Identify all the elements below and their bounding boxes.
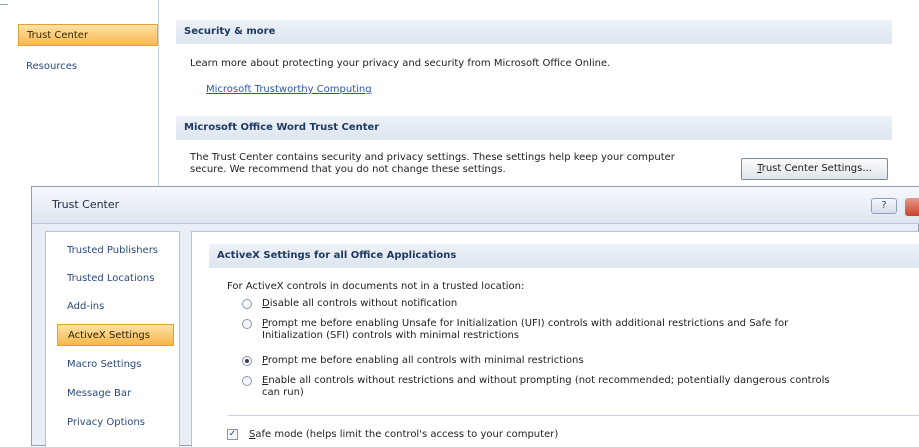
sidebar-item-macro-settings[interactable]: Macro Settings: [57, 354, 174, 376]
trustworthy-computing-link[interactable]: Microsoft Trustworthy Computing: [206, 84, 372, 95]
sidebar-item-resources[interactable]: Resources: [18, 56, 158, 78]
activex-settings-panel: ActiveX Settings for all Office Applicat…: [191, 231, 919, 447]
option-label: Enable all controls without restrictions…: [262, 375, 830, 398]
checkmark-icon: ✓: [228, 429, 237, 439]
security-description: Learn more about protecting your privacy…: [190, 58, 611, 69]
radio-button-selected[interactable]: [242, 356, 252, 366]
section-divider: [228, 415, 919, 416]
radio-button[interactable]: [242, 299, 252, 309]
sidebar-item-trust-center[interactable]: Trust Center: [18, 24, 158, 46]
option-label: Prompt me before enabling Unsafe for Ini…: [262, 318, 789, 341]
sidebar-item-activex-settings[interactable]: ActiveX Settings: [57, 324, 174, 346]
trust-center-section-header: Microsoft Office Word Trust Center: [176, 116, 892, 140]
security-section-header: Security & more: [176, 20, 892, 44]
dialog-title: Trust Center: [52, 198, 120, 211]
help-button[interactable]: ?: [871, 198, 897, 214]
button-label: rust Center Settings...: [761, 163, 872, 174]
sidebar-item-privacy-options[interactable]: Privacy Options: [57, 412, 174, 434]
sidebar-divider: [158, 0, 159, 190]
radio-button[interactable]: [242, 376, 252, 386]
close-button[interactable]: [905, 198, 919, 216]
option-label: Prompt me before enabling all controls w…: [262, 355, 584, 366]
help-icon: ?: [881, 200, 887, 211]
trust-center-description-line1: The Trust Center contains security and p…: [190, 152, 675, 163]
trust-center-description-line2: secure. We recommend that you do not cha…: [190, 164, 506, 175]
radio-button[interactable]: [242, 319, 252, 329]
options-sidebar: Trust Center Resources: [8, 0, 158, 190]
sidebar-item-trusted-publishers[interactable]: Trusted Publishers: [57, 240, 174, 262]
sidebar-item-trusted-locations[interactable]: Trusted Locations: [57, 268, 174, 290]
sidebar-item-add-ins[interactable]: Add-ins: [57, 296, 174, 318]
trust-center-dialog: Trust Center ? Trusted Publishers Truste…: [31, 186, 919, 447]
activex-intro-text: For ActiveX controls in documents not in…: [227, 281, 525, 292]
sidebar-item-message-bar[interactable]: Message Bar: [57, 383, 174, 405]
dialog-titlebar[interactable]: Trust Center ?: [32, 187, 919, 224]
safe-mode-label: Safe mode (helps limit the control's acc…: [249, 429, 559, 440]
activex-section-header: ActiveX Settings for all Office Applicat…: [209, 244, 919, 268]
dialog-sidebar: Trusted Publishers Trusted Locations Add…: [45, 231, 180, 447]
trust-center-settings-button[interactable]: Trust Center Settings...: [741, 158, 888, 180]
safe-mode-checkbox[interactable]: ✓: [227, 429, 238, 440]
option-label: Disable all controls without notificatio…: [262, 298, 458, 309]
